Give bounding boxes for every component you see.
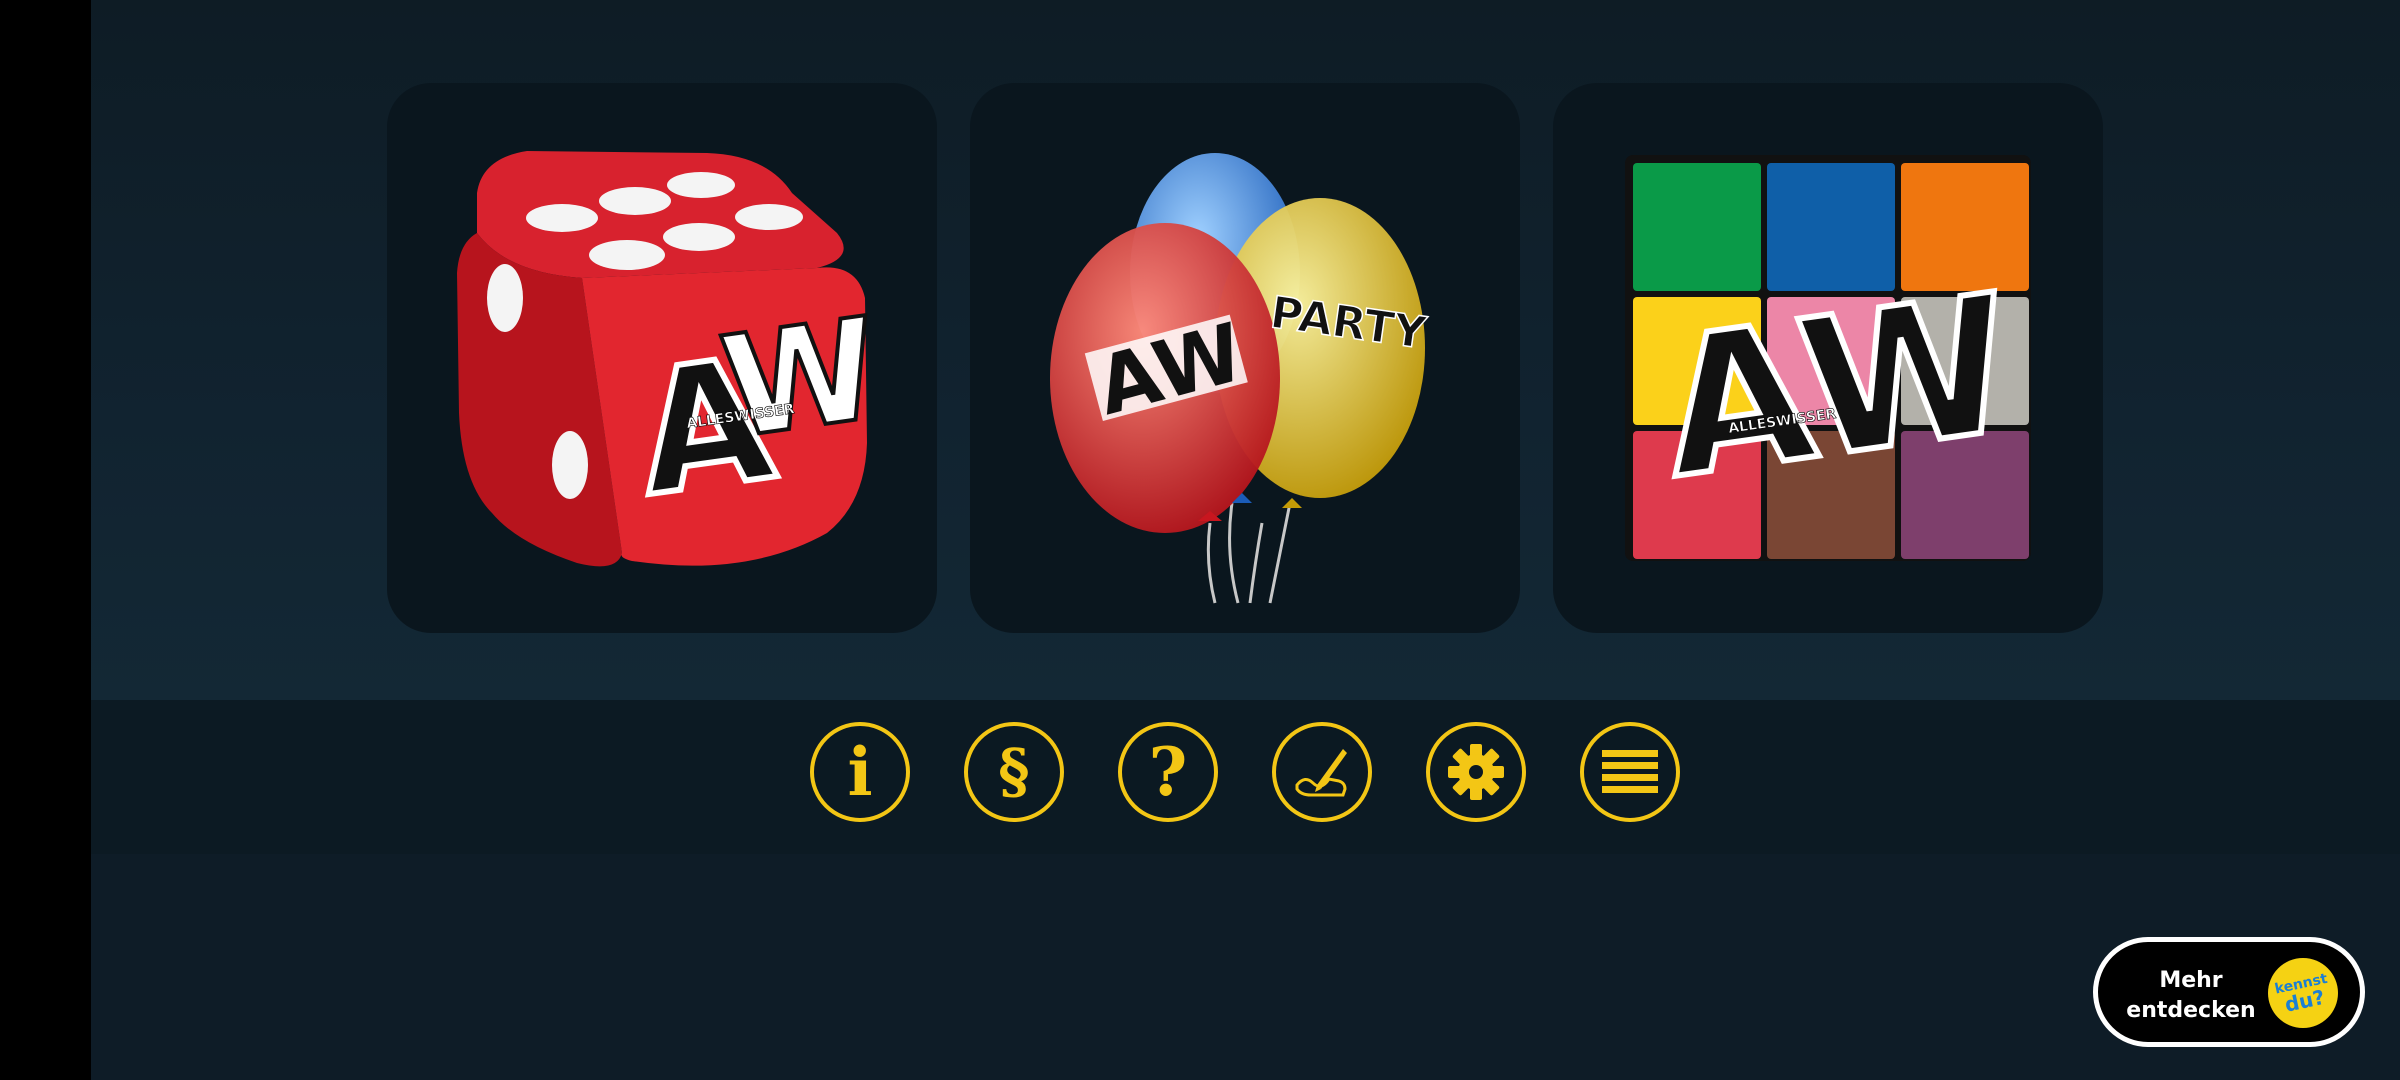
- signature-icon: [1295, 749, 1347, 797]
- more-discover-label: Mehr entdecken: [2126, 968, 2256, 1023]
- help-icon: ?: [1148, 733, 1188, 811]
- game-tile-dice[interactable]: A W ALLESWISSER: [387, 83, 937, 633]
- more-discover-button[interactable]: Mehr entdecken kennst du?: [2093, 937, 2365, 1047]
- left-edge-strip: [0, 0, 91, 1080]
- info-icon: i: [847, 733, 873, 811]
- paragraph-icon: §: [998, 737, 1030, 807]
- balloons-icon: AW PARTY: [1050, 153, 1431, 604]
- info-button[interactable]: i: [810, 722, 910, 822]
- kennst-du-icon: kennst du?: [2273, 971, 2329, 1017]
- kennst-du-badge: kennst du?: [2268, 958, 2338, 1028]
- toolbar-band: [91, 700, 2400, 854]
- color-grid-icon: AW ALLESWISSER: [1625, 155, 2031, 561]
- help-button[interactable]: ?: [1118, 722, 1218, 822]
- bottom-area: [91, 854, 2400, 1080]
- gear-icon: [1448, 744, 1504, 800]
- menu-icon: [1602, 750, 1658, 793]
- game-tile-party[interactable]: AW PARTY: [970, 83, 1520, 633]
- game-tile-colors[interactable]: AW ALLESWISSER: [1553, 83, 2103, 633]
- menu-button[interactable]: [1580, 722, 1680, 822]
- dice-icon: A W ALLESWISSER: [457, 151, 890, 567]
- settings-button[interactable]: [1426, 722, 1526, 822]
- color-cell: [1633, 163, 1761, 291]
- legal-button[interactable]: §: [964, 722, 1064, 822]
- svg-text:W: W: [713, 288, 889, 471]
- signature-button[interactable]: [1272, 722, 1372, 822]
